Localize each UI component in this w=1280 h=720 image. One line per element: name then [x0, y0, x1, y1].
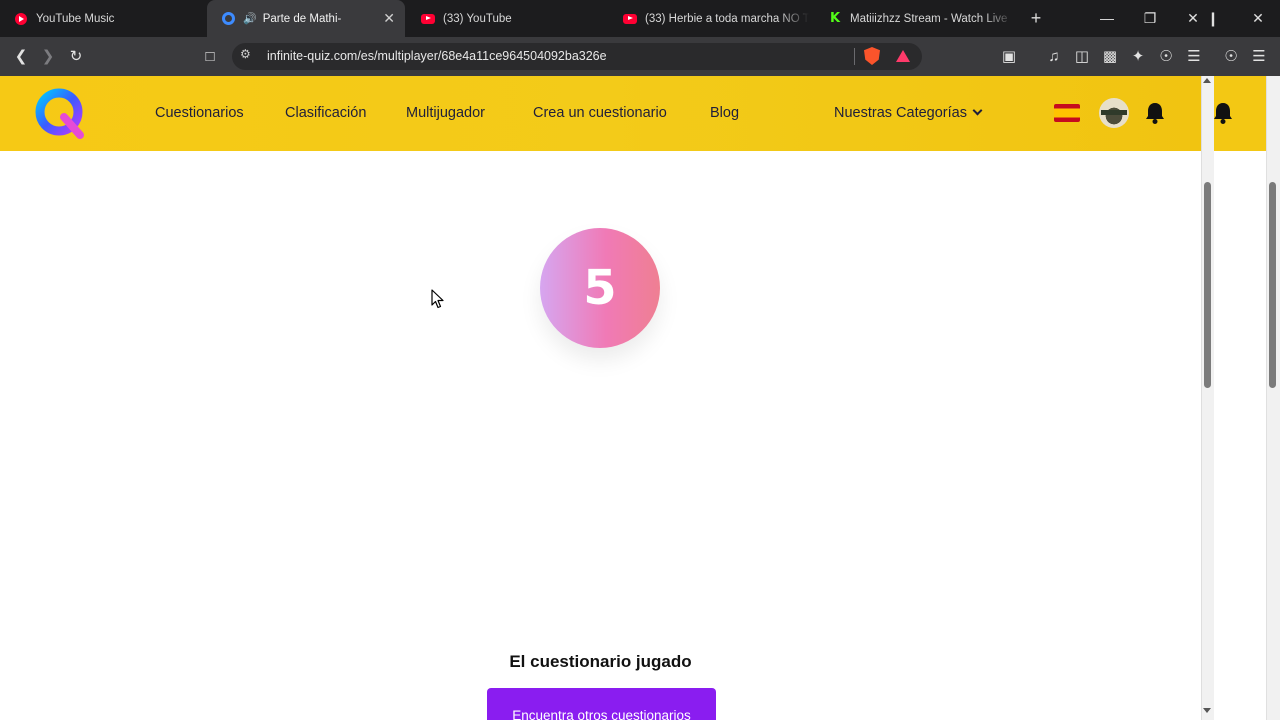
scroll-up-arrow[interactable]	[1203, 78, 1211, 83]
close-window-icon-2[interactable]: ✕	[1248, 8, 1268, 28]
close-window-icon[interactable]: ✕	[1183, 8, 1203, 28]
scroll-down-arrow[interactable]	[1203, 708, 1211, 713]
sidebar-icon[interactable]: ◫	[1071, 46, 1093, 68]
url-separator	[854, 48, 855, 65]
spain-flag-icon[interactable]	[1054, 104, 1080, 122]
tab-infinite-quiz[interactable]: 🔊 Parte de Mathi- ✕	[207, 0, 405, 37]
wallet-icon[interactable]: ▩	[1099, 46, 1121, 68]
browser-tab-strip: YouTube Music 🔊 Parte de Mathi- ✕ (33) Y…	[0, 0, 1280, 37]
side-scrollbar[interactable]	[1266, 76, 1280, 720]
menu-icon[interactable]: ☰	[1183, 46, 1205, 68]
infinite-quiz-logo[interactable]	[34, 87, 88, 141]
tab-kick-stream[interactable]: K Matiiizhzz Stream - Watch Live	[814, 0, 1014, 37]
tab-label: (33) YouTube	[443, 12, 512, 25]
brave-shield-icon[interactable]	[864, 47, 880, 65]
new-tab-icon[interactable]: +	[1026, 8, 1046, 28]
tab-youtube-herbie[interactable]: (33) Herbie a toda marcha NO T	[609, 0, 809, 37]
reload-icon[interactable]: ↻	[65, 46, 87, 68]
brave-rewards-icon[interactable]	[896, 50, 910, 62]
mouse-cursor-icon	[431, 289, 444, 309]
user-avatar[interactable]	[1099, 98, 1129, 128]
bookmark-icon[interactable]: □	[199, 46, 221, 68]
leo-ai-icon[interactable]: ✦	[1127, 46, 1149, 68]
side-scrollbar-thumb[interactable]	[1269, 182, 1276, 388]
site-settings-icon[interactable]: ⚙	[240, 47, 251, 61]
address-bar[interactable]: ⚙ infinite-quiz.com/es/multiplayer/68e4a…	[232, 43, 922, 70]
nav-multijugador[interactable]: Multijugador	[406, 105, 485, 121]
countdown-number: 5	[583, 260, 617, 316]
nav-clasificacion[interactable]: Clasificación	[285, 105, 366, 121]
nav-cuestionarios[interactable]: Cuestionarios	[155, 105, 244, 121]
youtube-music-icon	[14, 12, 28, 26]
minimize-icon[interactable]: —	[1097, 8, 1117, 28]
kick-icon: K	[829, 11, 841, 26]
media-icon[interactable]: ♫	[1043, 46, 1065, 68]
nav-crea-cuestionario[interactable]: Crea un cuestionario	[533, 105, 667, 121]
page-scrollbar[interactable]	[1201, 76, 1214, 720]
tab-label: Parte de Mathi-	[262, 12, 342, 25]
side-window-body	[1214, 151, 1266, 720]
screenshot-icon[interactable]: ▣	[998, 46, 1020, 68]
forward-icon[interactable]: ❯	[37, 46, 59, 68]
site-header: Cuestionarios Clasificación Multijugador…	[0, 76, 1201, 151]
vpn-icon-2[interactable]: ☉	[1220, 46, 1242, 68]
played-quiz-title: El cuestionario jugado	[509, 652, 692, 671]
bell-icon-side[interactable]	[1214, 102, 1232, 124]
infinite-quiz-icon	[221, 12, 235, 26]
menu-icon-2[interactable]: ☰	[1248, 46, 1270, 68]
nav-blog[interactable]: Blog	[710, 105, 739, 121]
restore-icon[interactable]: ❐	[1140, 8, 1160, 28]
tab-youtube-music[interactable]: YouTube Music	[0, 0, 205, 37]
tab-label: YouTube Music	[36, 12, 115, 25]
tab-youtube[interactable]: (33) YouTube	[407, 0, 607, 37]
back-icon[interactable]: ❮	[10, 46, 32, 68]
youtube-icon	[623, 12, 637, 26]
bell-icon[interactable]	[1145, 102, 1165, 124]
close-tab-icon[interactable]: ✕	[383, 11, 395, 25]
vpn-icon[interactable]: ☉	[1155, 46, 1177, 68]
page-scrollbar-thumb[interactable]	[1204, 182, 1211, 388]
find-other-quizzes-button[interactable]: Encuentra otros cuestionarios	[487, 688, 716, 720]
url-text[interactable]: infinite-quiz.com/es/multiplayer/68e4a11…	[267, 49, 607, 63]
youtube-icon	[421, 12, 435, 26]
chevron-down-icon	[972, 105, 983, 116]
browser-toolbar: ❮ ❯ ↻ □ ⚙ infinite-quiz.com/es/multiplay…	[0, 37, 1280, 76]
nav-categorias-dropdown[interactable]: Nuestras Categorías	[834, 105, 983, 121]
speaker-icon[interactable]: 🔊	[243, 12, 257, 25]
countdown-circle: 5	[540, 228, 660, 348]
nav-categorias-label: Nuestras Categorías	[834, 105, 967, 121]
overflow-tab-icon: ❙	[1207, 10, 1219, 26]
